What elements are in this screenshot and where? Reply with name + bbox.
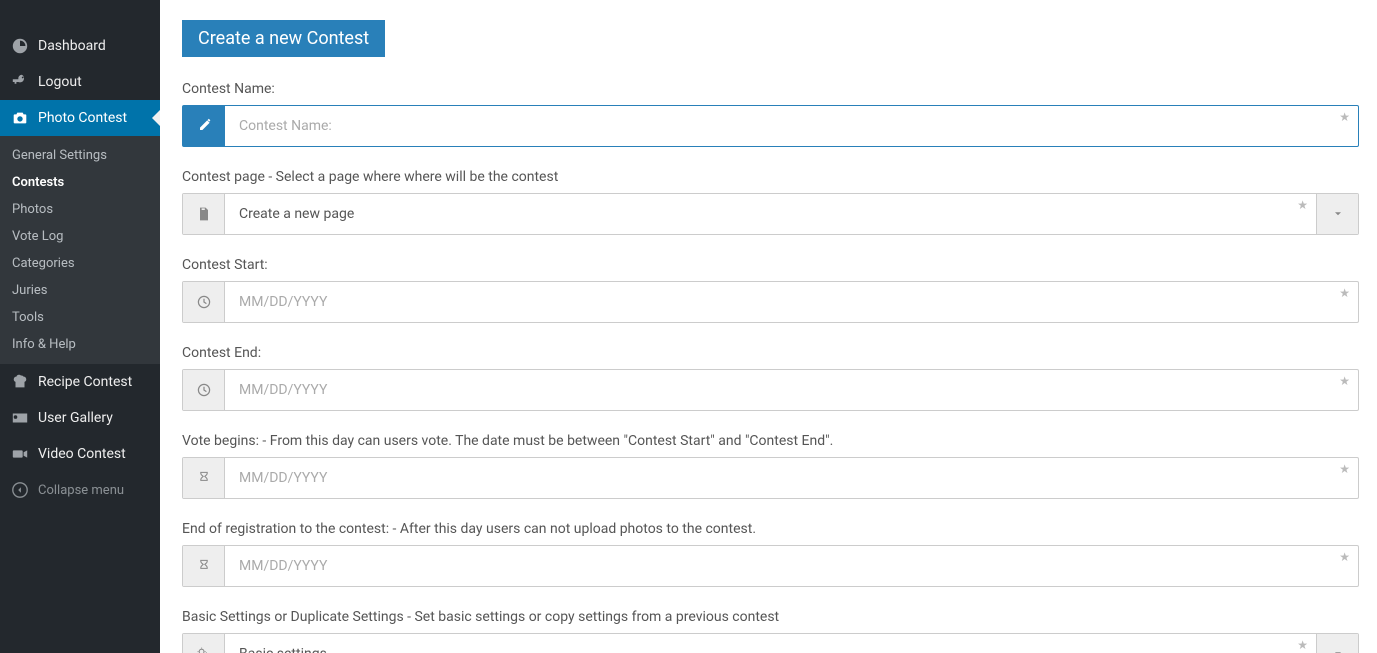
dashboard-icon bbox=[10, 36, 30, 56]
required-star-icon: ★ bbox=[1339, 550, 1350, 564]
contest-page-dropdown-toggle[interactable] bbox=[1316, 194, 1358, 234]
field-group-registration-end: End of registration to the contest: - Af… bbox=[182, 521, 1359, 587]
hourglass-icon bbox=[183, 458, 225, 498]
camera-icon bbox=[10, 108, 30, 128]
label-contest-name: Contest Name: bbox=[182, 81, 1359, 97]
sidebar-subitem-vote-log[interactable]: Vote Log bbox=[0, 223, 160, 250]
gears-icon bbox=[183, 634, 225, 653]
settings-dropdown-toggle[interactable] bbox=[1316, 634, 1358, 653]
clock-icon bbox=[183, 370, 225, 410]
sidebar-label-dashboard: Dashboard bbox=[38, 38, 106, 54]
vote-begins-input[interactable] bbox=[225, 458, 1358, 498]
contest-start-input[interactable] bbox=[225, 282, 1358, 322]
input-row-contest-end: ★ bbox=[182, 369, 1359, 411]
key-icon bbox=[10, 72, 30, 92]
hourglass-icon bbox=[183, 546, 225, 586]
id-card-icon bbox=[10, 408, 30, 428]
sidebar-subitem-contests[interactable]: Contests bbox=[0, 169, 160, 196]
sidebar-item-video-contest[interactable]: Video Contest bbox=[0, 436, 160, 472]
field-group-contest-end: Contest End: ★ bbox=[182, 345, 1359, 411]
required-star-icon: ★ bbox=[1339, 110, 1350, 124]
sidebar-label-video-contest: Video Contest bbox=[38, 446, 126, 462]
required-star-icon: ★ bbox=[1339, 462, 1350, 476]
chef-icon bbox=[10, 372, 30, 392]
chevron-down-icon bbox=[1332, 648, 1344, 653]
contest-page-value[interactable]: Create a new page bbox=[225, 194, 1316, 234]
settings-value[interactable]: Basic settings bbox=[225, 634, 1316, 653]
sidebar-subitem-photos[interactable]: Photos bbox=[0, 196, 160, 223]
sidebar-submenu: General Settings Contests Photos Vote Lo… bbox=[0, 136, 160, 364]
sidebar-subitem-categories[interactable]: Categories bbox=[0, 250, 160, 277]
sidebar-subitem-juries[interactable]: Juries bbox=[0, 277, 160, 304]
field-group-contest-page: Contest page - Select a page where where… bbox=[182, 169, 1359, 235]
sidebar-label-user-gallery: User Gallery bbox=[38, 410, 113, 426]
field-group-contest-start: Contest Start: ★ bbox=[182, 257, 1359, 323]
sidebar-label-logout: Logout bbox=[38, 74, 82, 90]
input-row-vote-begins: ★ bbox=[182, 457, 1359, 499]
input-row-settings: Basic settings ★ bbox=[182, 633, 1359, 653]
clock-icon bbox=[183, 282, 225, 322]
chevron-down-icon bbox=[1332, 208, 1344, 220]
input-row-registration-end: ★ bbox=[182, 545, 1359, 587]
sidebar-item-recipe-contest[interactable]: Recipe Contest bbox=[0, 364, 160, 400]
sidebar-item-dashboard[interactable]: Dashboard bbox=[0, 28, 160, 64]
video-icon bbox=[10, 444, 30, 464]
field-group-settings: Basic Settings or Duplicate Settings - S… bbox=[182, 609, 1359, 653]
page-icon bbox=[183, 194, 225, 234]
sidebar-subitem-general-settings[interactable]: General Settings bbox=[0, 142, 160, 169]
label-vote-begins: Vote begins: - From this day can users v… bbox=[182, 433, 1359, 449]
sidebar-subitem-tools[interactable]: Tools bbox=[0, 304, 160, 331]
field-group-contest-name: Contest Name: ★ bbox=[182, 81, 1359, 147]
required-star-icon: ★ bbox=[1297, 638, 1308, 652]
required-star-icon: ★ bbox=[1339, 286, 1350, 300]
sidebar-item-logout[interactable]: Logout bbox=[0, 64, 160, 100]
field-group-vote-begins: Vote begins: - From this day can users v… bbox=[182, 433, 1359, 499]
pencil-icon bbox=[183, 106, 225, 146]
label-registration-end: End of registration to the contest: - Af… bbox=[182, 521, 1359, 537]
label-contest-start: Contest Start: bbox=[182, 257, 1359, 273]
input-row-contest-start: ★ bbox=[182, 281, 1359, 323]
label-settings: Basic Settings or Duplicate Settings - S… bbox=[182, 609, 1359, 625]
contest-name-input[interactable] bbox=[225, 106, 1358, 146]
sidebar-subitem-info-help[interactable]: Info & Help bbox=[0, 331, 160, 358]
collapse-icon bbox=[10, 480, 30, 500]
input-row-contest-name: ★ bbox=[182, 105, 1359, 147]
sidebar-collapse[interactable]: Collapse menu bbox=[0, 472, 160, 508]
required-star-icon: ★ bbox=[1339, 374, 1350, 388]
label-contest-page: Contest page - Select a page where where… bbox=[182, 169, 1359, 185]
registration-end-input[interactable] bbox=[225, 546, 1358, 586]
sidebar-item-photo-contest[interactable]: Photo Contest bbox=[0, 100, 160, 136]
page-title: Create a new Contest bbox=[182, 20, 385, 57]
sidebar-label-collapse: Collapse menu bbox=[38, 483, 124, 498]
main-content: Create a new Contest Contest Name: ★ Con… bbox=[160, 0, 1377, 653]
sidebar-item-user-gallery[interactable]: User Gallery bbox=[0, 400, 160, 436]
label-contest-end: Contest End: bbox=[182, 345, 1359, 361]
required-star-icon: ★ bbox=[1297, 198, 1308, 212]
contest-end-input[interactable] bbox=[225, 370, 1358, 410]
sidebar-label-recipe-contest: Recipe Contest bbox=[38, 374, 132, 390]
sidebar-label-photo-contest: Photo Contest bbox=[38, 110, 127, 126]
admin-sidebar: Dashboard Logout Photo Contest General S… bbox=[0, 0, 160, 653]
input-row-contest-page: Create a new page ★ bbox=[182, 193, 1359, 235]
